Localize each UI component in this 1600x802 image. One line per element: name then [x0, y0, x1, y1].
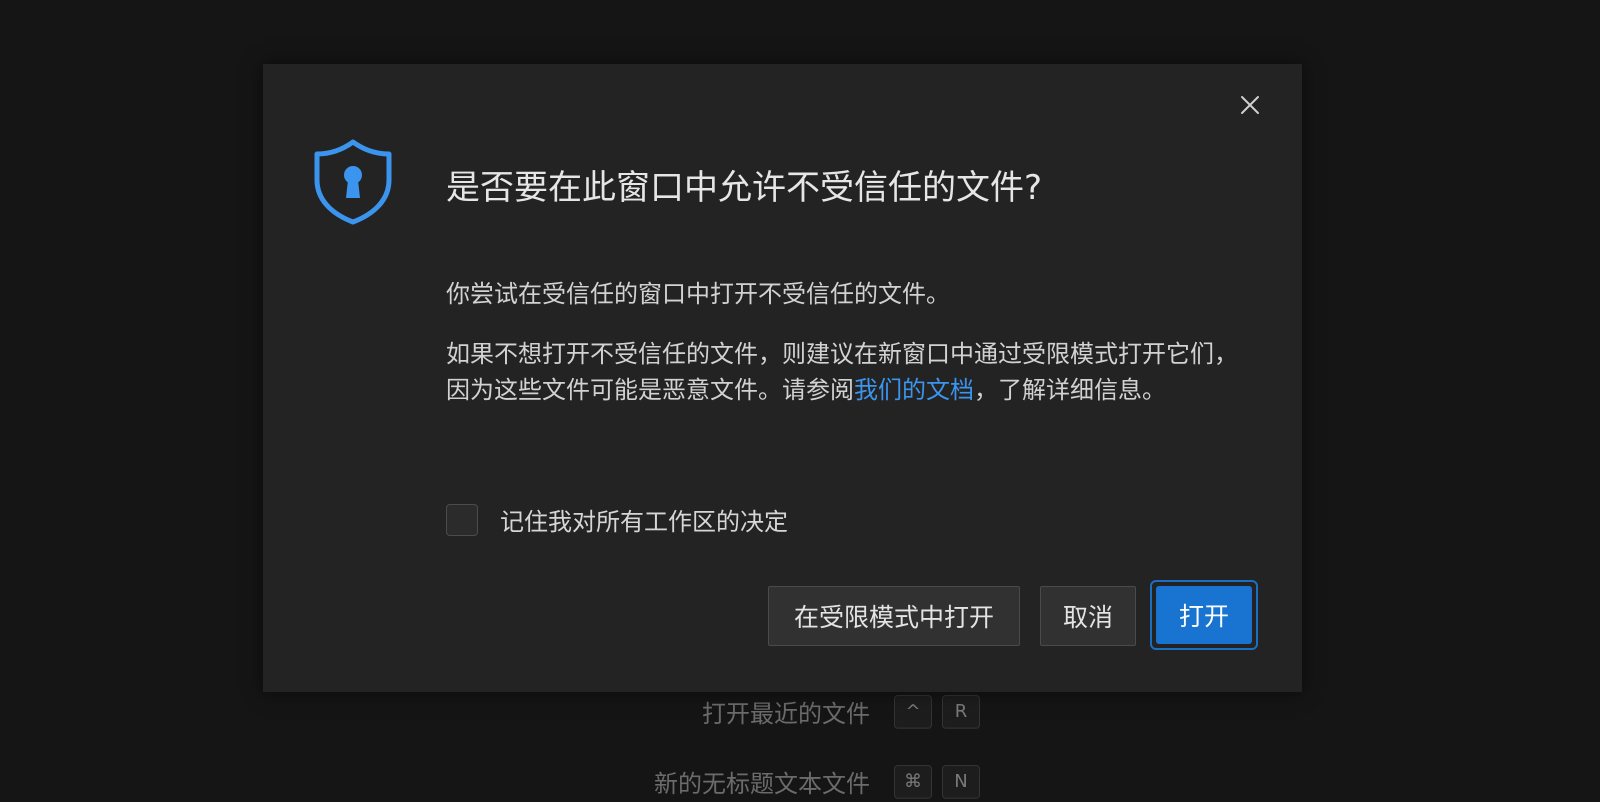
docs-link[interactable]: 我们的文档: [854, 376, 974, 404]
open-button[interactable]: 打开: [1156, 586, 1252, 644]
detail-text-end: ，了解详细信息。: [974, 376, 1166, 404]
keycap-cmd: ⌘: [894, 764, 932, 799]
dialog-message: 你尝试在受信任的窗口中打开不受信任的文件。: [446, 280, 950, 308]
close-button[interactable]: [1237, 92, 1263, 118]
remember-decision-checkbox[interactable]: [446, 503, 478, 536]
dialog-title: 是否要在此窗口中允许不受信任的文件?: [446, 168, 1043, 208]
open-restricted-button[interactable]: 在受限模式中打开: [768, 586, 1020, 646]
dialog-detail: 如果不想打开不受信任的文件，则建议在新窗口中通过受限模式打开它们，因为这些文件可…: [446, 336, 1256, 408]
remember-decision-row: 记住我对所有工作区的决定: [446, 502, 788, 537]
shortcut-label: 新的无标题文本文件: [654, 770, 870, 798]
keycap-ctrl: ^: [894, 694, 932, 729]
keycap-r: R: [942, 694, 980, 729]
close-icon: [1241, 96, 1259, 114]
remember-decision-label[interactable]: 记住我对所有工作区的决定: [500, 502, 788, 537]
shortcut-new-file: 新的无标题文本文件 ⌘ N: [600, 764, 980, 799]
shortcut-open-recent: 打开最近的文件 ^ R: [660, 694, 980, 729]
shield-keyhole-icon: [312, 138, 394, 226]
cancel-button[interactable]: 取消: [1040, 586, 1136, 646]
shortcut-label: 打开最近的文件: [702, 700, 870, 728]
keycap-n: N: [942, 764, 980, 799]
